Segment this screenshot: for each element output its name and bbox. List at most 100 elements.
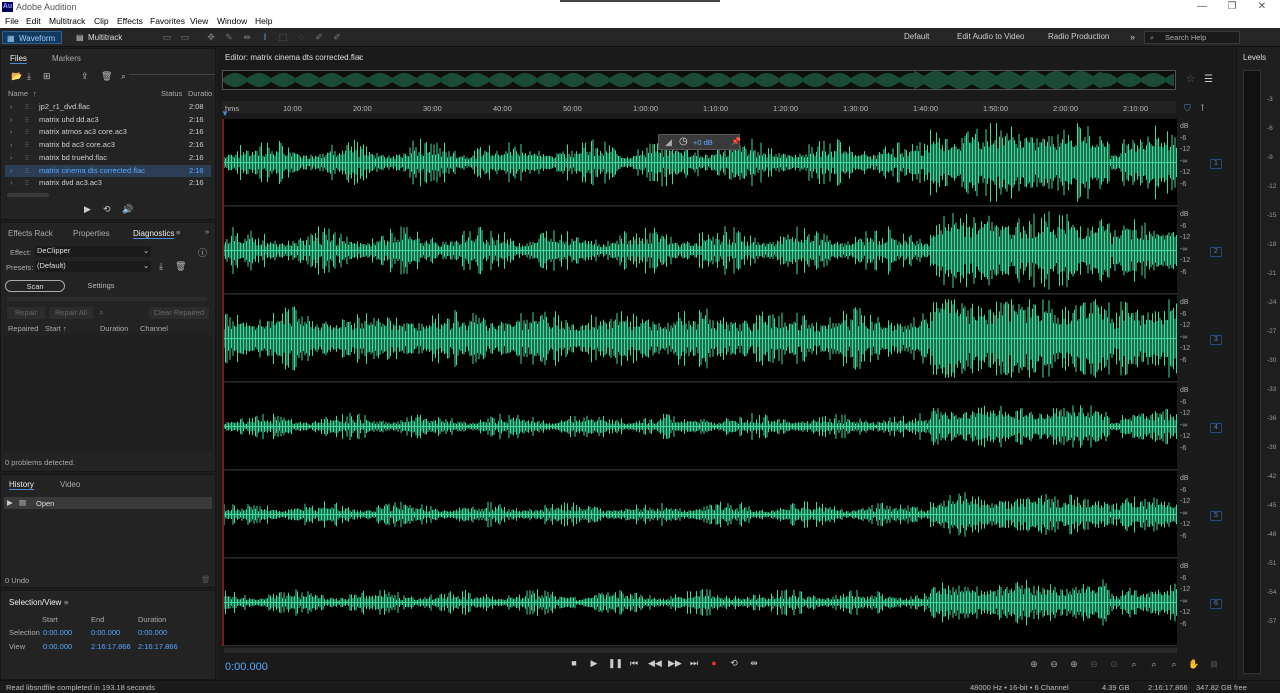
minimize-icon[interactable]: —	[1192, 1, 1212, 12]
delete-history-icon[interactable]: 🗑	[201, 575, 211, 584]
selection-duration[interactable]: 0:00.000	[138, 628, 167, 637]
workspace-radio-production[interactable]: Radio Production	[1048, 32, 1109, 41]
menu-multitrack[interactable]: Multitrack	[49, 16, 85, 26]
panel-menu-icon[interactable]: ≡	[64, 598, 68, 607]
zoom-in-point-icon[interactable]: ⌕	[1148, 659, 1160, 671]
zoom-in-amplitude-icon[interactable]: ⊕	[1028, 659, 1040, 671]
menu-effects[interactable]: Effects	[117, 16, 143, 26]
menu-file[interactable]: File	[5, 16, 19, 26]
zoom-in-time-icon[interactable]: ⊕	[1068, 659, 1080, 671]
close-icon[interactable]: ✕	[1252, 1, 1272, 12]
col-start[interactable]: Start	[45, 324, 61, 333]
import-file-icon[interactable]: ⤓	[27, 71, 31, 82]
spectral-pitch-icon[interactable]: ▭	[180, 32, 190, 42]
zoom-to-icon[interactable]: ⌕	[99, 307, 104, 318]
loop-icon[interactable]: ⟲	[728, 657, 740, 669]
pause-icon[interactable]: ❚❚	[608, 657, 623, 669]
skip-selection-icon[interactable]: ⇹	[748, 657, 760, 669]
menu-favorites[interactable]: Favorites	[150, 16, 185, 26]
star-icon[interactable]: ☆	[1186, 74, 1195, 85]
hand-icon[interactable]: ✋	[1188, 659, 1200, 671]
menu-window[interactable]: Window	[217, 16, 247, 26]
menu-clip[interactable]: Clip	[94, 16, 109, 26]
selection-start[interactable]: 0:00.000	[43, 628, 72, 637]
zoom-full-icon[interactable]: ⊙	[1108, 659, 1120, 671]
spectral-frequency-icon[interactable]: ▭	[162, 32, 172, 42]
expand-icon[interactable]: ›	[10, 152, 13, 164]
view-start[interactable]: 0:00.000	[43, 642, 72, 651]
rewind-icon[interactable]: ◀◀	[648, 657, 662, 669]
tab-effects-rack[interactable]: Effects Rack	[8, 229, 53, 238]
razor-tool-icon[interactable]: ✎	[224, 32, 234, 42]
search-help-input[interactable]: ⌕ Search Help	[1144, 31, 1240, 44]
tab-properties[interactable]: Properties	[73, 229, 109, 238]
col-duration[interactable]: Duratio	[188, 89, 212, 98]
move-tool-icon[interactable]: ✥	[206, 32, 216, 42]
skip-back-icon[interactable]: ⏮	[628, 657, 640, 669]
lasso-tool-icon[interactable]: ◌	[296, 32, 306, 42]
expand-icon[interactable]: ›	[10, 101, 13, 113]
channel-number[interactable]: 5	[1210, 510, 1222, 521]
filter-search-icon[interactable]: ⌕	[121, 71, 126, 82]
multitrack-mode-button[interactable]: ▤ Multitrack	[72, 31, 128, 44]
view-duration[interactable]: 2:16:17.866	[138, 642, 178, 651]
filter-field[interactable]	[129, 74, 215, 75]
new-file-icon[interactable]: ⊞	[43, 71, 51, 82]
clear-repaired-button[interactable]: Clear Repaired	[149, 307, 209, 319]
gain-knob-icon[interactable]: ◷	[679, 136, 688, 147]
channel-2-waveform[interactable]	[223, 207, 1177, 294]
zoom-out-point-icon[interactable]: ⌕	[1168, 659, 1180, 671]
loop-preview-icon[interactable]: ⟲	[103, 204, 111, 215]
expand-icon[interactable]: ›	[10, 177, 13, 189]
gain-value[interactable]: +0 dB	[693, 138, 713, 147]
settings-button[interactable]: Settings	[71, 280, 131, 292]
problems-list[interactable]	[4, 335, 212, 451]
expand-icon[interactable]: ›	[10, 114, 13, 126]
record-icon[interactable]: ●	[708, 657, 720, 669]
snap-icon[interactable]: ⛉	[1184, 103, 1191, 114]
zoom-out-amplitude-icon[interactable]: ⊖	[1048, 659, 1060, 671]
slip-tool-icon[interactable]: ⇹	[242, 32, 252, 42]
file-row[interactable]: › ⫶⫶ matrix atmos ac3 core.ac3 2:16	[5, 126, 211, 138]
info-icon[interactable]: ⓘ	[198, 246, 207, 259]
selection-end[interactable]: 0:00.000	[91, 628, 120, 637]
insert-multitrack-icon[interactable]: ⇪	[81, 71, 89, 82]
stop-icon[interactable]: ■	[568, 657, 580, 669]
tab-files[interactable]: Files	[10, 54, 27, 64]
playhead-marker-icon[interactable]: ▼	[221, 109, 229, 118]
channel-6-waveform[interactable]	[223, 559, 1177, 646]
delete-preset-icon[interactable]: 🗑	[175, 261, 186, 272]
gain-hud[interactable]: ◢ ◷ +0 dB 📌	[658, 134, 741, 150]
effect-select[interactable]: DeClipper ⌄	[35, 246, 151, 257]
skip-forward-icon[interactable]: ⏭	[688, 657, 700, 669]
panel-menu-icon[interactable]: ≡	[357, 53, 362, 62]
tab-markers[interactable]: Markers	[52, 54, 81, 63]
brush-tool-icon[interactable]: ✐	[314, 32, 324, 42]
waveform-mode-button[interactable]: ▦ Waveform	[2, 31, 63, 44]
close-file-icon[interactable]: 🗑	[101, 71, 112, 82]
list-view-icon[interactable]: ☰	[1204, 74, 1213, 85]
menu-view[interactable]: View	[190, 16, 208, 26]
col-channel[interactable]: Channel	[140, 324, 168, 333]
tab-diagnostics[interactable]: Diagnostics	[133, 229, 175, 239]
channel-number[interactable]: 3	[1210, 334, 1222, 345]
channel-number[interactable]: 6	[1210, 598, 1222, 609]
menu-edit[interactable]: Edit	[26, 16, 41, 26]
channel-5-waveform[interactable]	[223, 471, 1177, 558]
channel-4-waveform[interactable]	[223, 383, 1177, 470]
tab-history[interactable]: History	[9, 480, 34, 490]
panel-menu-icon[interactable]: ≡	[176, 228, 180, 237]
channel-number[interactable]: 4	[1210, 422, 1222, 433]
col-name[interactable]: Name	[8, 89, 28, 98]
expand-icon[interactable]: ›	[10, 139, 13, 151]
current-time[interactable]: 0:00.000	[225, 661, 268, 673]
files-scrollbar[interactable]	[7, 193, 49, 197]
menu-help[interactable]: Help	[255, 16, 272, 26]
zoom-reset-icon[interactable]: ⊠	[1208, 659, 1220, 671]
fast-forward-icon[interactable]: ▶▶	[668, 657, 682, 669]
open-file-icon[interactable]: 📂	[11, 71, 22, 82]
expand-icon[interactable]: ›	[10, 126, 13, 138]
spot-healing-icon[interactable]: ✐	[332, 32, 342, 42]
overview-bar[interactable]	[222, 70, 1176, 90]
channel-number[interactable]: 1	[1210, 158, 1222, 169]
